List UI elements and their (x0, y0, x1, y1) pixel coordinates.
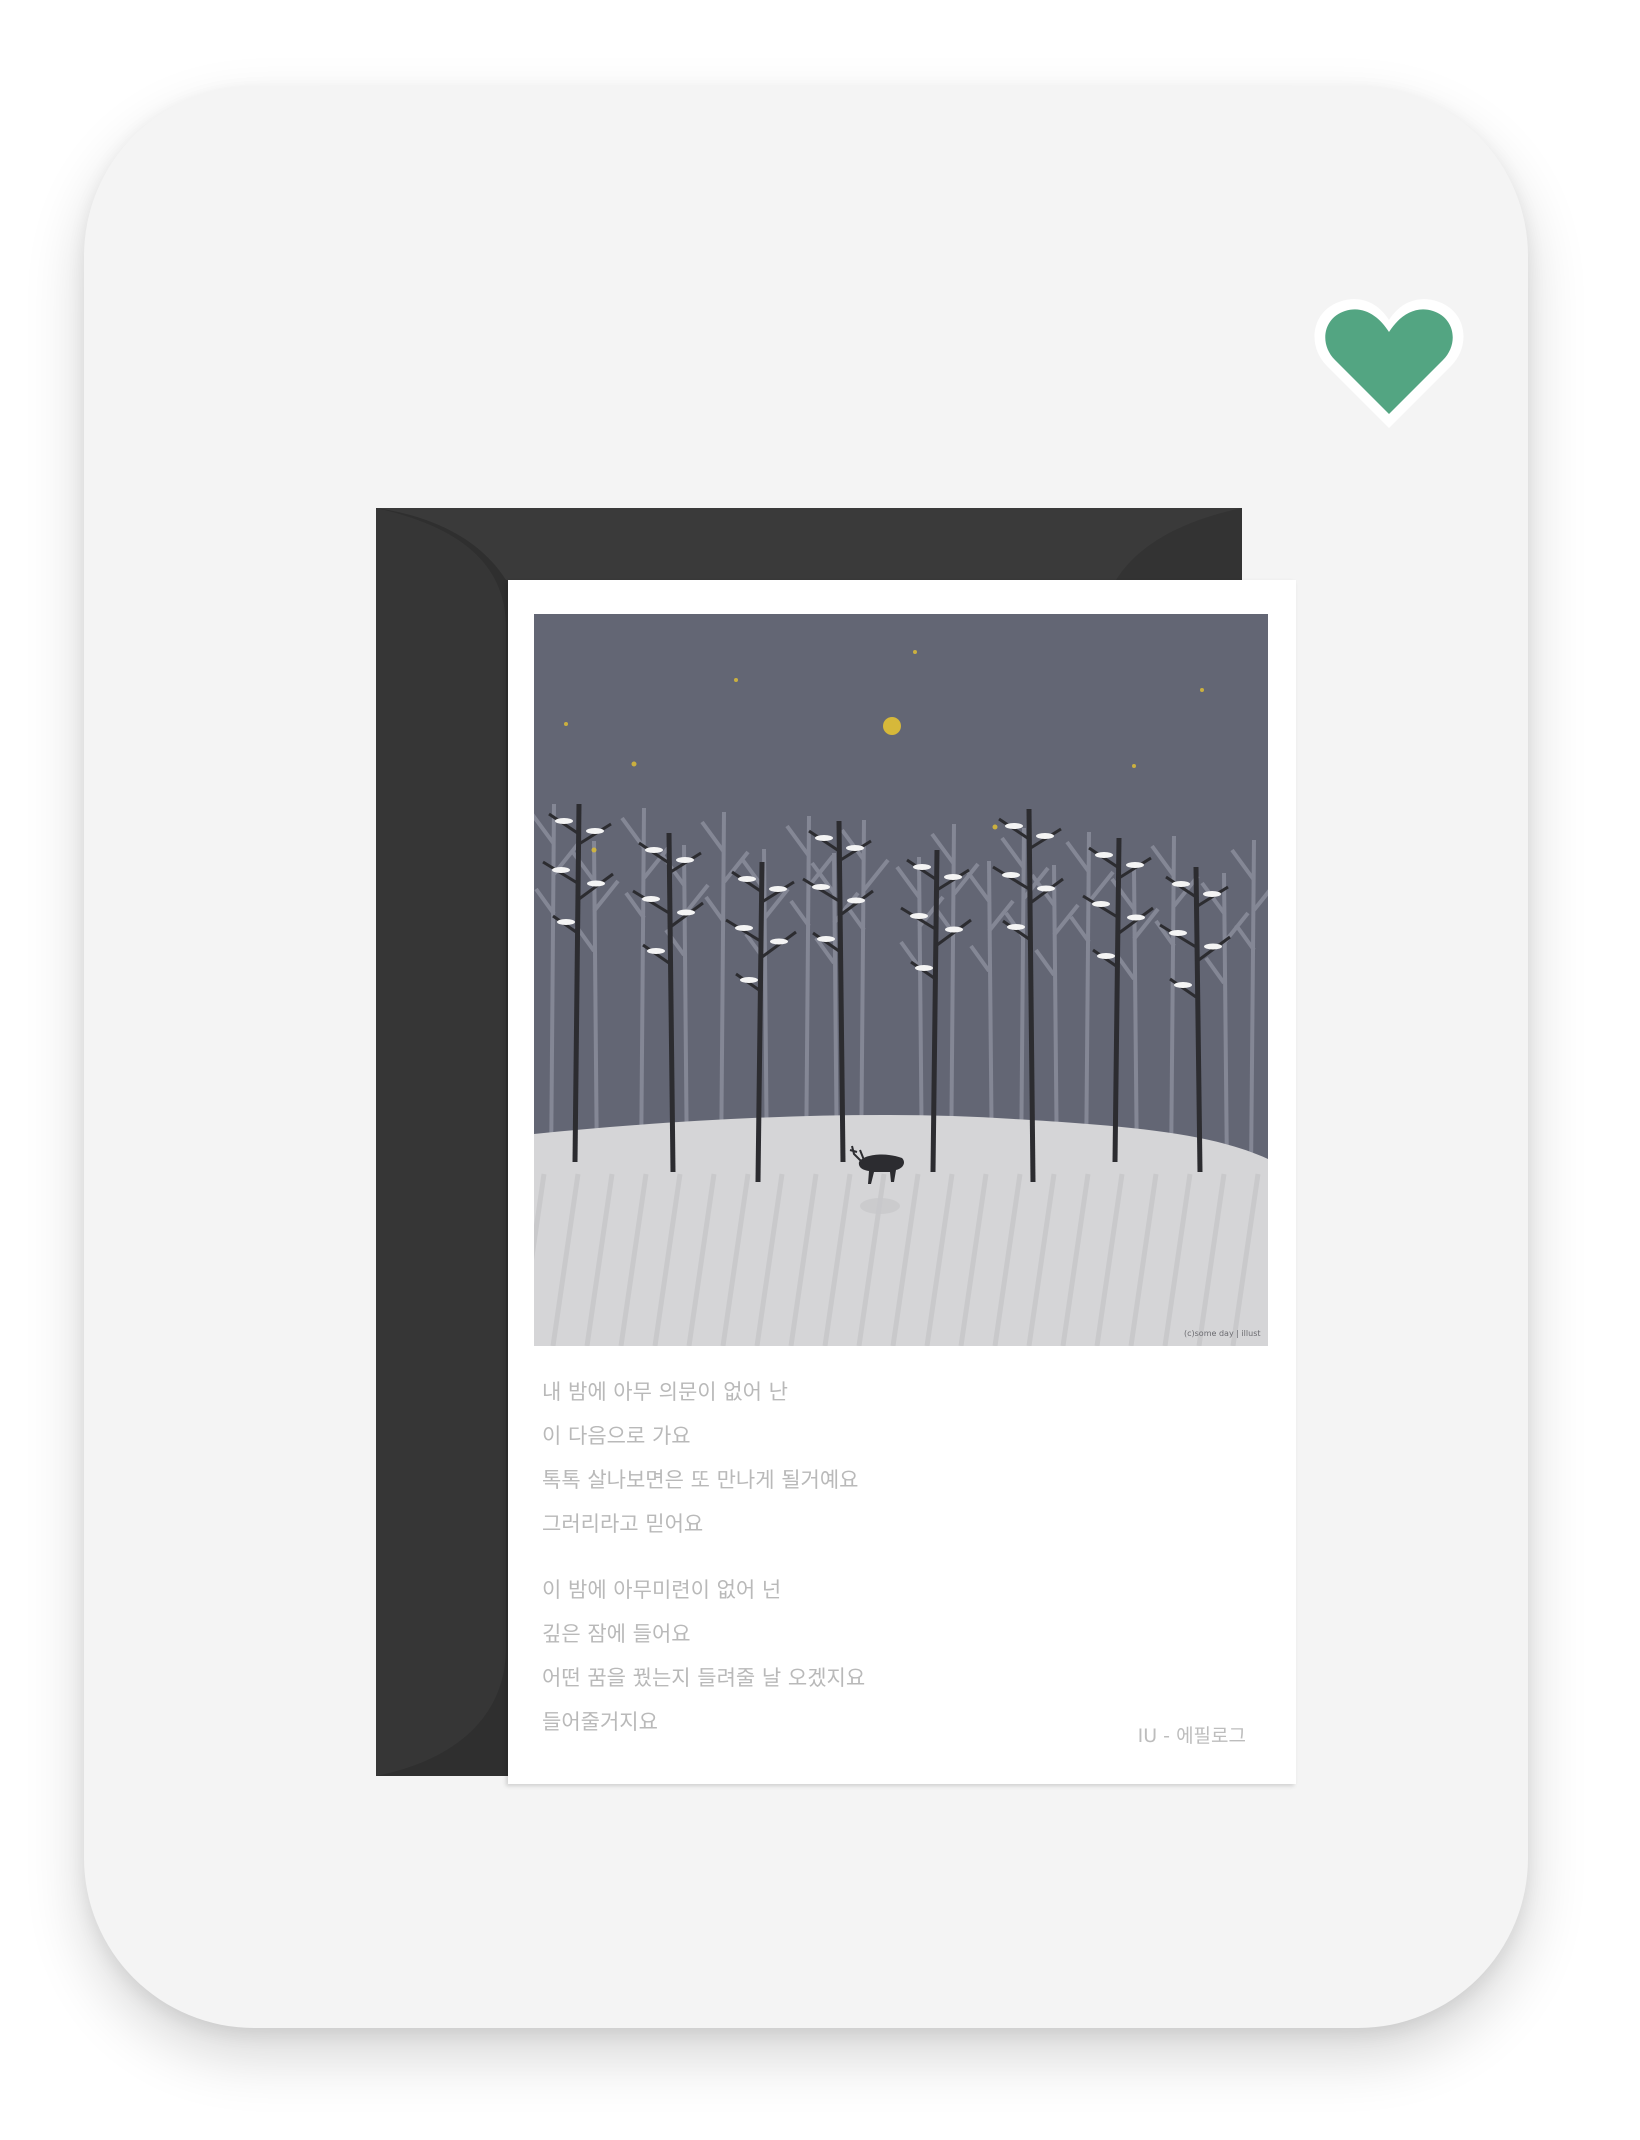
postcard: (c)some day | illust 내 밤에 아무 의문이 없어 난 이 … (508, 580, 1296, 1784)
artwork-signature: (c)some day | illust (1184, 1329, 1261, 1338)
lyric-line: 어떤 꿈을 꿨는지 들려줄 날 오겠지요 (542, 1666, 866, 1690)
lyric-line: 내 밤에 아무 의문이 없어 난 (542, 1380, 788, 1404)
snowy-forest-deer-illustration: (c)some day | illust (534, 614, 1268, 1346)
stanza-divider (542, 1546, 1242, 1568)
favorite-button[interactable] (1309, 286, 1469, 436)
artwork-illustration: (c)some day | illust (534, 614, 1268, 1346)
lyric-line: 이 다음으로 가요 (542, 1424, 691, 1448)
page: (c)some day | illust 내 밤에 아무 의문이 없어 난 이 … (0, 0, 1640, 2140)
lyric-line: 톡톡 살나보면은 또 만나게 될거예요 (542, 1468, 859, 1492)
lyric-line: 그러리라고 믿어요 (542, 1512, 704, 1536)
song-credit: IU - 에필로그 (1137, 1725, 1246, 1747)
lyrics: 내 밤에 아무 의문이 없어 난 이 다음으로 가요 톡톡 살나보면은 또 만나… (542, 1370, 1242, 1744)
heart-icon (1314, 299, 1464, 428)
lyric-line: 깊은 잠에 들어요 (542, 1622, 691, 1646)
lyric-line: 이 밤에 아무미련이 없어 넌 (542, 1578, 782, 1602)
